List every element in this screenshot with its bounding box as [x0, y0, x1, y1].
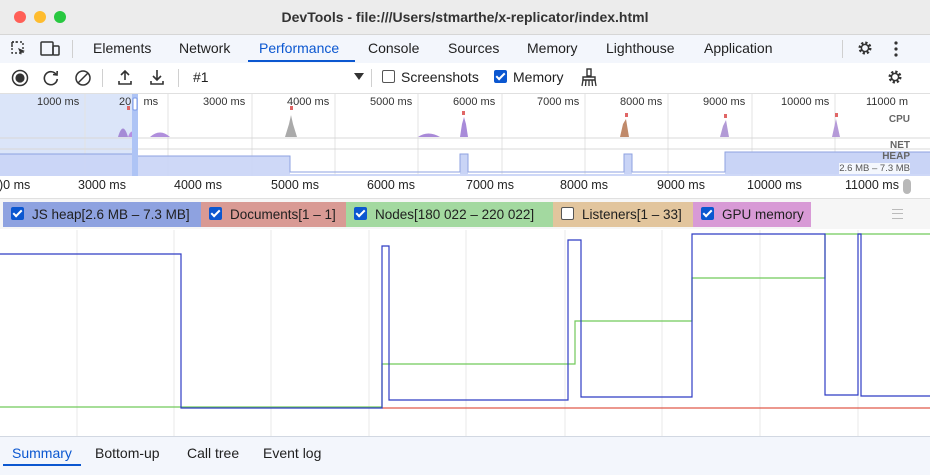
nodes-label: Nodes[180 022 – 220 022]	[375, 207, 535, 222]
dropdown-caret-icon[interactable]	[354, 73, 364, 81]
counter-nodes[interactable]: Nodes[180 022 – 220 022]	[346, 202, 553, 227]
tab-network[interactable]: Network	[179, 40, 230, 56]
toolbar-divider	[371, 69, 372, 87]
ruler-tick: 4000 ms	[174, 178, 222, 192]
documents-label: Documents[1 – 1]	[230, 207, 336, 222]
timeline-ruler: )0 ms 3000 ms 4000 ms 5000 ms 6000 ms 70…	[0, 176, 930, 199]
overview-tick: 20 ms	[119, 96, 159, 108]
ruler-tick: 8000 ms	[560, 178, 608, 192]
ruler-tick: 3000 ms	[78, 178, 126, 192]
ruler-tick: 6000 ms	[367, 178, 415, 192]
tab-sources[interactable]: Sources	[448, 40, 499, 56]
timeline-overview[interactable]: 1000 ms 20 ms 3000 ms 4000 ms 5000 ms 60…	[0, 94, 930, 176]
counter-listeners[interactable]: Listeners[1 – 33]	[553, 202, 693, 227]
tab-summary[interactable]: Summary	[12, 445, 72, 461]
device-toolbar-icon[interactable]	[40, 40, 62, 58]
toolbar-divider	[102, 69, 103, 87]
drag-handle-icon[interactable]	[892, 209, 903, 219]
memory-toggle[interactable]: Memory	[494, 69, 564, 85]
download-profile-icon[interactable]	[148, 68, 166, 86]
screenshots-checkbox[interactable]	[382, 70, 395, 83]
nodes-series-line	[0, 233, 930, 408]
tab-divider	[842, 40, 843, 58]
gpu-memory-checkbox[interactable]	[701, 207, 714, 220]
window-titlebar: DevTools - file:///Users/stmarthe/x-repl…	[0, 0, 930, 35]
listeners-label: Listeners[1 – 33]	[582, 207, 682, 222]
record-icon[interactable]	[11, 69, 29, 87]
screenshots-label: Screenshots	[401, 69, 479, 85]
overview-tick: 11000 m	[866, 96, 908, 108]
overview-tick: 1000 ms	[37, 96, 80, 108]
tab-divider	[72, 40, 73, 58]
gpu-memory-label: GPU memory	[722, 207, 804, 222]
ruler-tick: )0 ms	[0, 178, 31, 192]
performance-toolbar: #1 Screenshots Memory	[0, 63, 930, 94]
tab-bottom-up[interactable]: Bottom-up	[95, 445, 160, 461]
ruler-tick: 9000 ms	[657, 178, 705, 192]
tab-lighthouse[interactable]: Lighthouse	[606, 40, 675, 56]
overview-tick: 9000 ms	[703, 96, 746, 108]
overview-tick: 6000 ms	[453, 96, 496, 108]
upload-profile-icon[interactable]	[116, 68, 134, 86]
devtools-tab-strip: Elements Network Performance Console Sou…	[0, 35, 930, 64]
capture-settings-gear-icon[interactable]	[886, 68, 904, 86]
window-title: DevTools - file:///Users/stmarthe/x-repl…	[281, 9, 649, 25]
js-heap-checkbox[interactable]	[11, 207, 24, 220]
memory-label: Memory	[513, 69, 564, 85]
ruler-tick: 11000 ms	[845, 178, 899, 192]
active-tab-indicator	[248, 60, 355, 62]
tab-event-log[interactable]: Event log	[263, 445, 321, 461]
select-element-icon[interactable]	[10, 40, 28, 58]
tab-performance[interactable]: Performance	[259, 40, 339, 56]
ruler-tick: 5000 ms	[271, 178, 319, 192]
heap-range-label: 2.6 MB – 7.3 MB	[839, 163, 910, 174]
documents-checkbox[interactable]	[209, 207, 222, 220]
details-tab-bar: Summary Bottom-up Call tree Event log	[0, 436, 930, 475]
cpu-label: CPU	[888, 114, 910, 125]
overview-tick: 3000 ms	[203, 96, 246, 108]
tab-call-tree[interactable]: Call tree	[187, 445, 239, 461]
counter-documents[interactable]: Documents[1 – 1]	[201, 202, 346, 227]
screenshots-toggle[interactable]: Screenshots	[382, 69, 479, 85]
garbage-collect-broom-icon[interactable]	[580, 68, 598, 88]
overview-tick: 5000 ms	[370, 96, 413, 108]
overview-tick: 8000 ms	[620, 96, 663, 108]
drag-handle-line	[892, 213, 903, 214]
net-label: NET	[890, 140, 910, 151]
overview-tick: 4000 ms	[287, 96, 330, 108]
active-details-tab-indicator	[3, 464, 81, 466]
recording-select[interactable]: #1	[193, 69, 209, 85]
overview-tick: 10000 ms	[781, 96, 830, 108]
heap-label: HEAP	[882, 151, 910, 162]
js-heap-series-line	[0, 233, 930, 409]
tab-application[interactable]: Application	[704, 40, 773, 56]
overview-tick: 7000 ms	[537, 96, 580, 108]
reload-record-icon[interactable]	[42, 69, 60, 87]
js-heap-label: JS heap[2.6 MB – 7.3 MB]	[32, 207, 190, 222]
more-options-icon[interactable]	[890, 40, 902, 58]
tab-console[interactable]: Console	[368, 40, 419, 56]
settings-gear-icon[interactable]	[856, 39, 874, 57]
memory-checkbox[interactable]	[494, 70, 507, 83]
listeners-checkbox[interactable]	[561, 207, 574, 220]
counter-gpu-memory[interactable]: GPU memory	[693, 202, 811, 227]
tab-elements[interactable]: Elements	[93, 40, 151, 56]
memory-counters-bar: JS heap[2.6 MB – 7.3 MB] Documents[1 – 1…	[0, 199, 930, 229]
clear-icon[interactable]	[74, 69, 92, 87]
nodes-checkbox[interactable]	[354, 207, 367, 220]
ruler-tick: 10000 ms	[747, 178, 802, 192]
tab-memory[interactable]: Memory	[527, 40, 578, 56]
counter-js-heap[interactable]: JS heap[2.6 MB – 7.3 MB]	[3, 202, 201, 227]
ruler-scrollbar-thumb[interactable]	[903, 179, 911, 194]
ruler-tick: 7000 ms	[466, 178, 514, 192]
toolbar-divider	[178, 69, 179, 87]
counter-lines	[0, 230, 930, 436]
memory-counter-graph[interactable]	[0, 230, 930, 436]
